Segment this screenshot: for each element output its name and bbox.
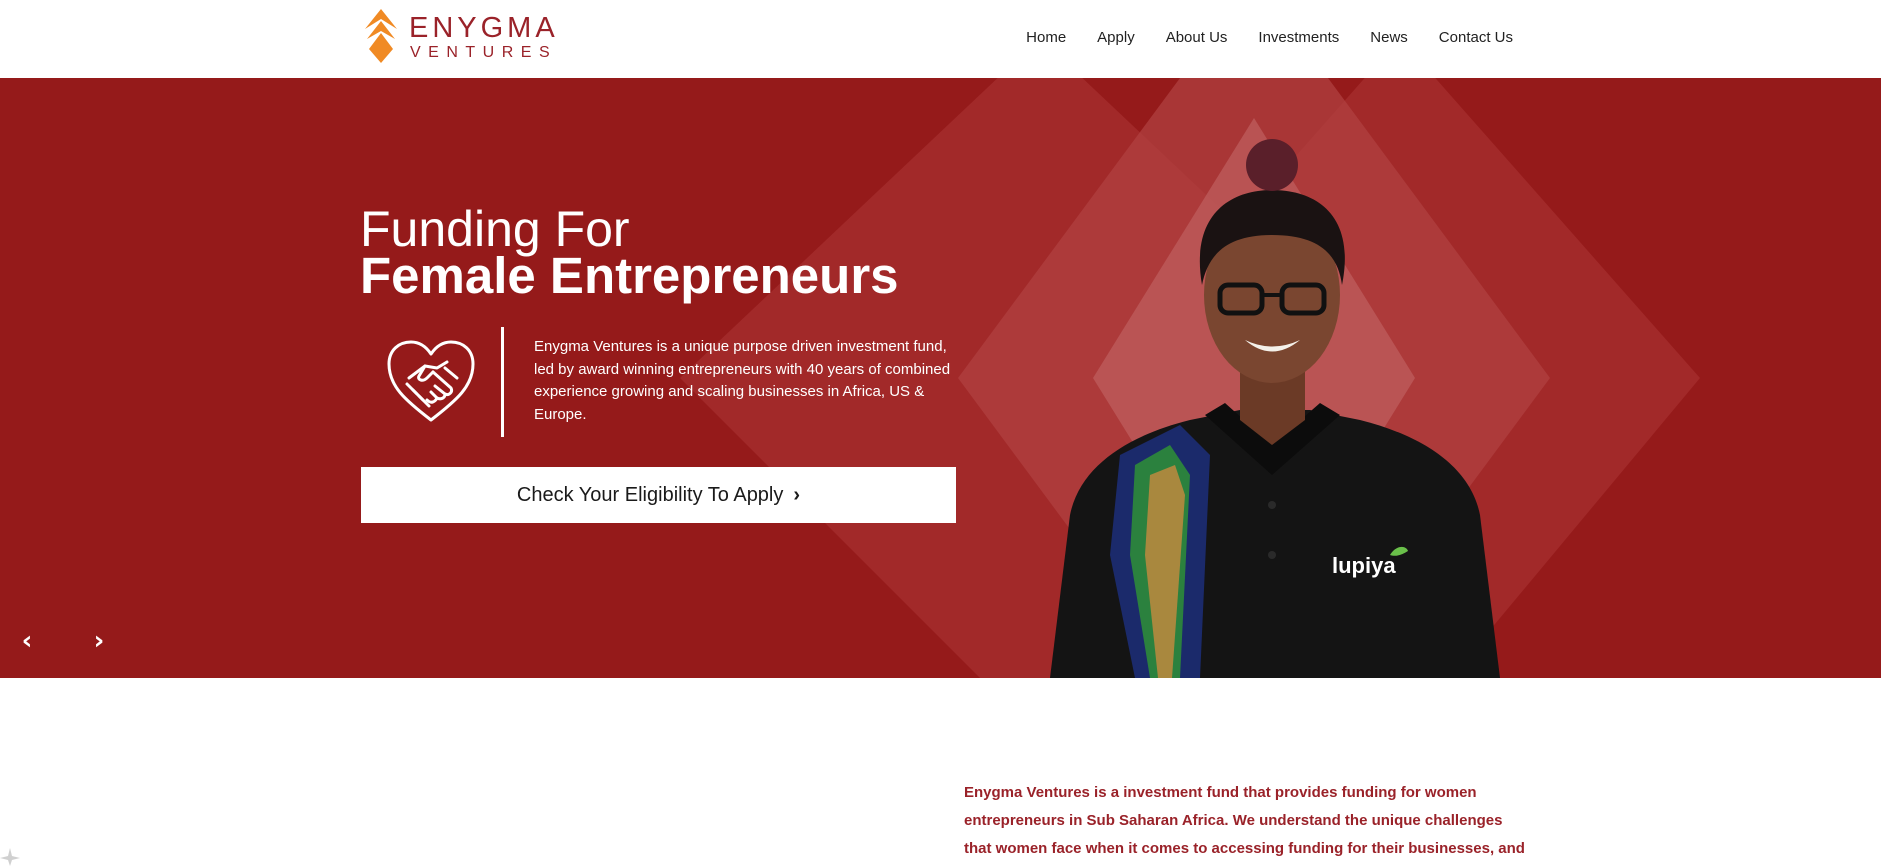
slider-next-button[interactable]: ›	[84, 626, 114, 656]
sparkle-decoration-icon	[0, 848, 20, 866]
nav-home[interactable]: Home	[1026, 27, 1066, 49]
hero-description: Enygma Ventures is a unique purpose driv…	[534, 338, 951, 423]
logo-text-primary: ENYGMA	[409, 12, 559, 44]
site-logo[interactable]: ENYGMA VENTURES	[365, 9, 561, 65]
check-eligibility-label: Check Your Eligibility To Apply	[516, 483, 784, 506]
nav-contact-us[interactable]: Contact Us	[1439, 27, 1513, 49]
nav-news[interactable]: News	[1370, 27, 1408, 49]
intro-text: Enygma Ventures is a investment fund tha…	[964, 784, 1525, 857]
chevron-right-icon: ›	[793, 483, 801, 506]
hero-title-line2: Female Entrepreneurs	[360, 247, 899, 304]
main-nav: Home Apply About Us Investments News Con…	[995, 27, 1513, 49]
hero-slider: Funding For Female Entrepreneurs Enygma …	[0, 78, 1881, 678]
logo-text-secondary: VENTURES	[410, 44, 558, 61]
nav-about-us[interactable]: About Us	[1166, 27, 1228, 49]
nav-apply[interactable]: Apply	[1097, 27, 1135, 49]
site-header: ENYGMA VENTURES Home Apply About Us Inve…	[0, 0, 1881, 78]
shirt-logo-text: lupiya	[1332, 553, 1396, 578]
check-eligibility-button[interactable]: Check Your Eligibility To Apply ›	[361, 467, 956, 523]
handshake-heart-icon	[387, 340, 475, 422]
logo-diamond-icon	[365, 9, 397, 63]
slider-prev-button[interactable]: ‹	[12, 626, 42, 656]
hero-divider	[501, 327, 504, 437]
hero-portrait-image: lupiya	[1050, 139, 1500, 678]
nav-investments[interactable]: Investments	[1258, 27, 1339, 49]
